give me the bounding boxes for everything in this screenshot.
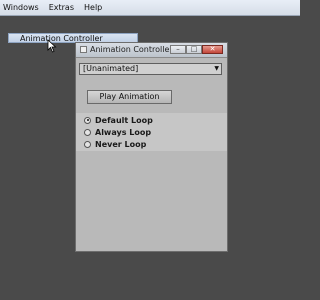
app-icon (80, 46, 87, 53)
menu-windows[interactable]: Windows (0, 3, 44, 12)
animation-select-value: [Unanimated] (83, 64, 139, 73)
mouse-cursor-icon (47, 39, 57, 53)
loop-mode-radio-group: Default Loop Always Loop Never Loop (76, 113, 227, 151)
chevron-down-icon[interactable]: ▼ (214, 65, 219, 73)
animation-select[interactable]: [Unanimated] ▼ (79, 63, 222, 75)
radio-button[interactable] (84, 116, 91, 124)
minimize-button[interactable]: – (170, 45, 186, 54)
menu-bar: Windows Extras Help (0, 0, 300, 16)
radio-label: Always Loop (95, 127, 152, 137)
window-title: Animation Controller (90, 45, 173, 54)
radio-label: Default Loop (95, 115, 153, 125)
radio-button[interactable] (84, 128, 91, 136)
animation-controller-window: Animation Controller – □ ✕ [Unanimated] … (75, 42, 228, 252)
radio-default-loop[interactable]: Default Loop (84, 114, 153, 126)
window-titlebar[interactable]: Animation Controller – □ ✕ (76, 43, 227, 58)
radio-button[interactable] (84, 140, 91, 148)
radio-always-loop[interactable]: Always Loop (84, 126, 151, 138)
radio-label: Never Loop (95, 139, 147, 149)
menu-help[interactable]: Help (79, 3, 107, 12)
maximize-button[interactable]: □ (186, 45, 202, 54)
menu-extras[interactable]: Extras (44, 3, 79, 12)
play-animation-button[interactable]: Play Animation (87, 90, 172, 104)
radio-never-loop[interactable]: Never Loop (84, 138, 146, 150)
close-button[interactable]: ✕ (202, 45, 223, 54)
